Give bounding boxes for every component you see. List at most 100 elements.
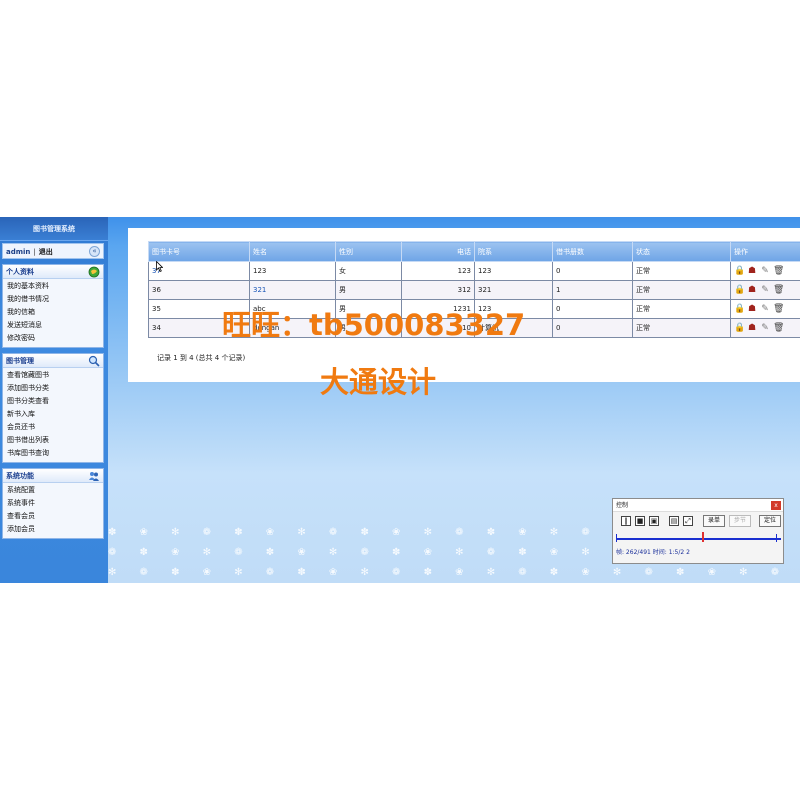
status-cell: 正常 (632, 299, 731, 319)
menu-item[interactable]: 系统事件 (7, 497, 103, 510)
gender-cell: 女 (335, 261, 402, 281)
timeline-playhead[interactable] (702, 532, 704, 542)
trash-icon[interactable]: 🗑 (773, 323, 784, 333)
name-cell: 123 (249, 261, 336, 281)
menu-item[interactable]: 我的信箱 (7, 306, 103, 319)
menu-item[interactable]: 查看会员 (7, 510, 103, 523)
actions-cell: 🔒 ☗ ✎ 🗑 (730, 280, 800, 300)
edit-icon[interactable]: ✎ (760, 266, 770, 276)
app-title: 图书管理系统 (0, 217, 108, 241)
column-header[interactable]: 院系 (474, 241, 553, 262)
dept-cell: 123 (474, 261, 553, 281)
card-id-cell[interactable]: 37 (148, 261, 250, 281)
table-header-row: 图书卡号 姓名 性别 电话 院系 借书册数 状态 操作 (148, 241, 800, 262)
column-header[interactable]: 性别 (335, 241, 402, 262)
edit-icon[interactable]: ✎ (760, 285, 770, 295)
edit-icon[interactable]: ✎ (760, 304, 770, 314)
borrowed-cell: 0 (552, 318, 633, 338)
menu-section-title: 系统功能 (6, 472, 34, 480)
table-row[interactable]: 37 123 女 123 123 0 正常 🔒 ☗ ✎ 🗑 (148, 261, 800, 281)
menu-item[interactable]: 书库图书查询 (7, 447, 103, 460)
mouse-pointer-icon (156, 261, 163, 272)
actions-cell: 🔒 ☗ ✎ 🗑 (730, 299, 800, 319)
globe-icon (88, 266, 100, 278)
watermark-line-1: 旺旺：tb500083327 (222, 308, 526, 342)
menu-section-books: 图书管理 查看馆藏图书 添加图书分类 图书分类查看 新书入库 会员还书 图书借出… (2, 353, 104, 463)
borrowed-cell: 0 (552, 261, 633, 281)
user-separator: | (33, 248, 36, 256)
trash-icon[interactable]: 🗑 (773, 304, 784, 314)
dept-cell: 321 (474, 280, 553, 300)
menu-item[interactable]: 图书借出列表 (7, 434, 103, 447)
trash-icon[interactable]: 🗑 (773, 266, 784, 276)
user-icon[interactable]: ☗ (747, 304, 757, 314)
lock-icon[interactable]: 🔒 (734, 285, 745, 295)
menu-item[interactable]: 查看馆藏图书 (7, 369, 103, 382)
menu-section-header[interactable]: 个人资料 (3, 265, 103, 279)
borrowed-cell: 1 (552, 280, 633, 300)
menu-item[interactable]: 修改密码 (7, 332, 103, 345)
column-header[interactable]: 图书卡号 (148, 241, 250, 262)
phone-cell: 312 (401, 280, 475, 300)
pause-icon[interactable]: ‖ (621, 516, 631, 526)
menu-item[interactable]: 图书分类查看 (7, 395, 103, 408)
locate-button[interactable]: 定位 (759, 515, 781, 527)
phone-cell: 123 (401, 261, 475, 281)
pagination-info: 记录 1 到 4 (总共 4 个记录) (157, 354, 246, 362)
user-bar: admin | 退出 « (2, 243, 104, 259)
stop-icon[interactable]: ■ (635, 516, 645, 526)
timeline-end-tick (776, 534, 777, 542)
menu-item[interactable]: 系统配置 (7, 484, 103, 497)
menu-item[interactable]: 我的借书情况 (7, 293, 103, 306)
logout-link[interactable]: 退出 (39, 248, 53, 256)
frame-status: 帧: 262/491 时间: 1:5/2 2 (616, 549, 690, 556)
menu-section-system: 系统功能 系统配置 系统事件 查看会员 添加会员 (2, 468, 104, 539)
user-icon[interactable]: ☗ (747, 323, 757, 333)
users-icon (88, 470, 100, 482)
lock-icon[interactable]: 🔒 (734, 266, 745, 276)
actions-cell: 🔒 ☗ ✎ 🗑 (730, 318, 800, 338)
menu-item[interactable]: 添加会员 (7, 523, 103, 536)
trash-icon[interactable]: 🗑 (773, 285, 784, 295)
column-header[interactable]: 状态 (632, 241, 731, 262)
menu-item[interactable]: 发送短消息 (7, 319, 103, 332)
frame-icon[interactable]: ▣ (649, 516, 659, 526)
column-header[interactable]: 借书册数 (552, 241, 633, 262)
card-id-cell[interactable]: 36 (148, 280, 250, 300)
menu-item[interactable]: 新书入库 (7, 408, 103, 421)
sidebar: 图书管理系统 admin | 退出 « 个人资料 我的基本资料 我的借书情况 我的信… (0, 217, 108, 583)
edit-icon[interactable]: ✎ (760, 323, 770, 333)
lock-icon[interactable]: 🔒 (734, 304, 745, 314)
timeline-track[interactable] (616, 538, 781, 540)
image-icon[interactable]: ▤ (669, 516, 679, 526)
user-icon[interactable]: ☗ (747, 285, 757, 295)
menu-section-profile: 个人资料 我的基本资料 我的借书情况 我的信箱 发送短消息 修改密码 (2, 264, 104, 348)
name-cell[interactable]: 321 (249, 280, 336, 300)
column-header: 操作 (730, 241, 800, 262)
menu-section-header[interactable]: 系统功能 (3, 469, 103, 483)
step-button[interactable]: 步节 (729, 515, 751, 527)
menu-section-header[interactable]: 图书管理 (3, 354, 103, 368)
watermark-line-2: 大通设计 (320, 365, 437, 399)
collapse-sidebar-icon[interactable]: « (89, 246, 100, 257)
lock-icon[interactable]: 🔒 (734, 323, 745, 333)
dialog-titlebar[interactable]: 控制 x (613, 499, 783, 512)
table-row[interactable]: 36 321 男 312 321 1 正常 🔒 ☗ ✎ 🗑 (148, 280, 800, 300)
column-header[interactable]: 姓名 (249, 241, 336, 262)
borrowed-cell: 0 (552, 299, 633, 319)
expand-icon[interactable]: ⤢ (683, 516, 693, 526)
magnifier-icon (88, 355, 100, 367)
record-button[interactable]: 录单 (703, 515, 725, 527)
control-dialog: 控制 x ‖ ■ ▣ ▤ ⤢ 录单 步节 定位 帧: 262/491 时间: 1… (612, 498, 784, 564)
status-cell: 正常 (632, 261, 731, 281)
status-cell: 正常 (632, 280, 731, 300)
close-icon[interactable]: x (771, 501, 781, 510)
user-icon[interactable]: ☗ (747, 266, 757, 276)
column-header[interactable]: 电话 (401, 241, 475, 262)
menu-section-title: 个人资料 (6, 268, 34, 276)
menu-item[interactable]: 会员还书 (7, 421, 103, 434)
menu-section-title: 图书管理 (6, 357, 34, 365)
actions-cell: 🔒 ☗ ✎ 🗑 (730, 261, 800, 281)
menu-item[interactable]: 添加图书分类 (7, 382, 103, 395)
menu-item[interactable]: 我的基本资料 (7, 280, 103, 293)
